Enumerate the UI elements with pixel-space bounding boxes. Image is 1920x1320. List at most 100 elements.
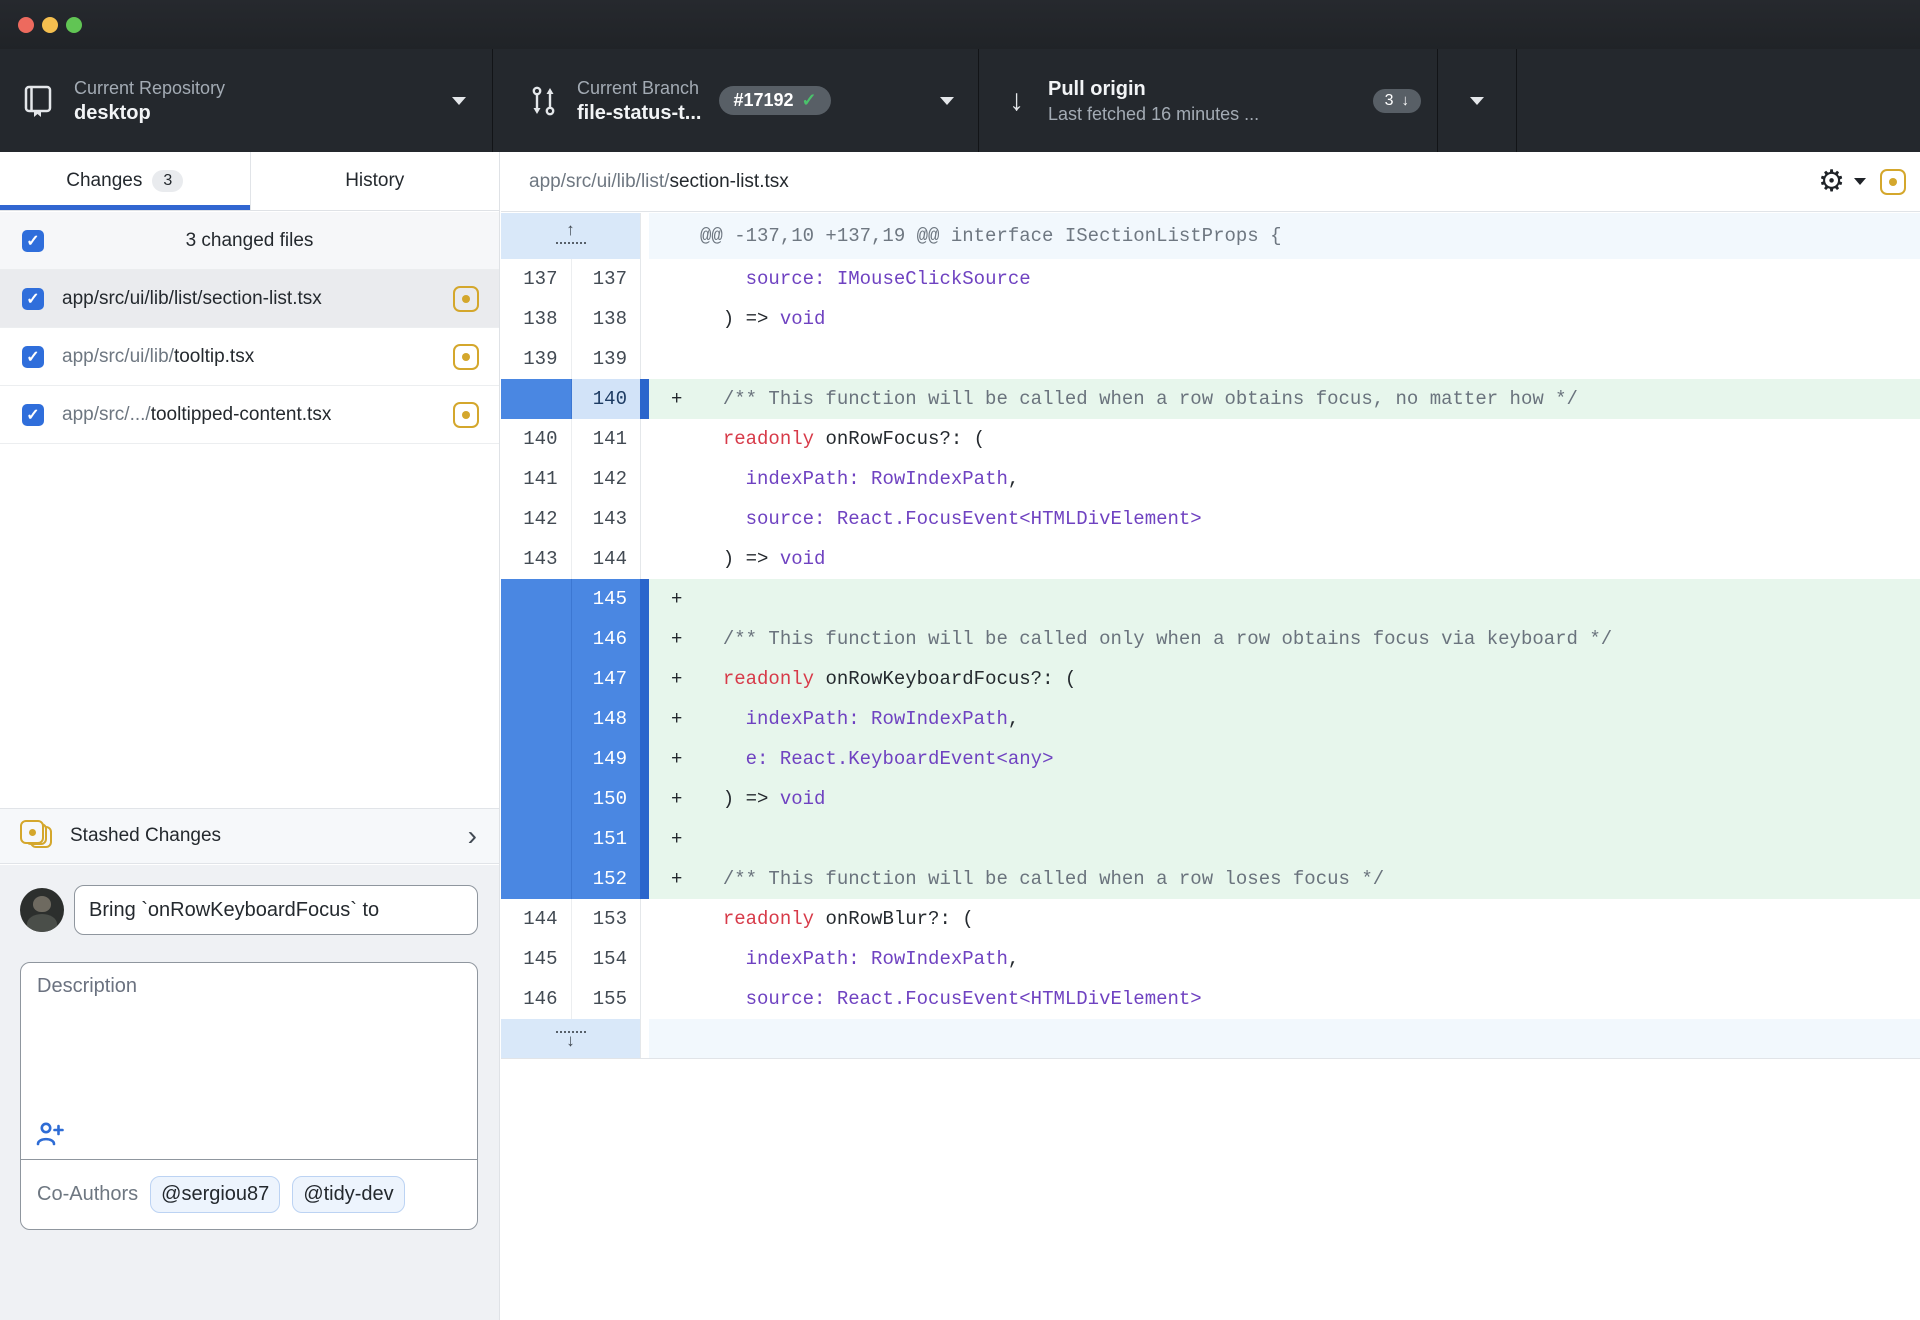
new-line-number: 142	[571, 459, 641, 499]
old-line-number: 140	[501, 419, 571, 459]
file-checkbox[interactable]: ✓	[22, 288, 44, 310]
commit-description-input[interactable]: Description	[21, 963, 477, 1159]
stashed-changes-row[interactable]: Stashed Changes ›	[0, 808, 499, 864]
diff-gutter-strip	[640, 579, 649, 619]
old-line-number: 139	[501, 339, 571, 379]
file-row[interactable]: ✓ app/src/.../tooltipped-content.tsx	[0, 386, 499, 444]
diff-gutter[interactable]: 144153	[501, 899, 640, 939]
file-row[interactable]: ✓app/src/ui/lib/tooltip.tsx	[0, 328, 499, 386]
old-line-number	[501, 659, 571, 699]
diff-gutter[interactable]: 147	[501, 659, 640, 699]
diff-gutter-strip	[640, 699, 649, 739]
diff-gutter-strip	[640, 659, 649, 699]
modified-status-icon	[1880, 169, 1906, 195]
file-checkbox[interactable]: ✓	[22, 404, 44, 426]
diff-gutter[interactable]: 146	[501, 619, 640, 659]
commit-description-container: Description Co-Authors @sergiou87@tidy-d…	[20, 962, 478, 1230]
old-line-number: 142	[501, 499, 571, 539]
diff-gutter-strip	[640, 619, 649, 659]
coauthor-pill[interactable]: @sergiou87	[150, 1176, 280, 1213]
diff-gutter[interactable]: 150	[501, 779, 640, 819]
diff-gutter-strip	[640, 539, 649, 579]
file-path: app/src/ui/lib/list/section-list.tsx	[62, 288, 453, 310]
current-branch-button[interactable]: Current Branch file-status-t... #17192 ✓	[493, 49, 979, 152]
new-line-number: 143	[571, 499, 641, 539]
diff-gutter[interactable]: 148	[501, 699, 640, 739]
diff-gutter-strip	[640, 899, 649, 939]
stash-icon	[20, 820, 54, 852]
diff-gutter-strip	[640, 819, 649, 859]
diff-options-button[interactable]: ⚙	[1818, 167, 1866, 197]
diff-gutter[interactable]: 137137	[501, 259, 640, 299]
expand-up-button[interactable]: ↑	[501, 213, 640, 259]
changed-files-count: 3 changed files	[0, 230, 499, 252]
new-line-number: 146	[571, 619, 641, 659]
minimize-window-button[interactable]	[42, 17, 58, 33]
pull-options-dropdown[interactable]	[1438, 49, 1517, 152]
changed-files-header: 3 changed files ✓	[0, 212, 499, 270]
diff-gutter-strip	[640, 339, 649, 379]
old-line-number	[501, 579, 571, 619]
new-line-number: 145	[571, 579, 641, 619]
diff-gutter[interactable]: 146155	[501, 979, 640, 1019]
tab-changes[interactable]: Changes 3	[0, 152, 250, 210]
current-repository-button[interactable]: Current Repository desktop	[0, 49, 493, 152]
tab-history[interactable]: History	[250, 152, 500, 210]
zoom-window-button[interactable]	[66, 17, 82, 33]
diff-code-line: + readonly onRowKeyboardFocus?: (	[649, 659, 1920, 699]
added-line-marker: +	[671, 699, 682, 739]
expand-down-button[interactable]: ↓	[501, 1019, 640, 1058]
close-window-button[interactable]	[18, 17, 34, 33]
diff-gutter-strip	[640, 213, 649, 259]
diff-gutter[interactable]: 145154	[501, 939, 640, 979]
old-line-number: 145	[501, 939, 571, 979]
diff-code-line: + /** This function will be called only …	[649, 619, 1920, 659]
file-checkbox[interactable]: ✓	[22, 346, 44, 368]
diff-gutter-strip	[640, 1019, 649, 1058]
diff-gutter[interactable]: 142143	[501, 499, 640, 539]
file-path: app/src/.../tooltipped-content.tsx	[62, 404, 453, 426]
pull-count-badge: 3 ↓	[1373, 89, 1421, 113]
diff-gutter-strip	[640, 859, 649, 899]
file-row[interactable]: ✓ app/src/ui/lib/list/section-list.tsx	[0, 270, 499, 328]
pr-check-icon: ✓	[802, 90, 817, 111]
pull-origin-button[interactable]: ↓ Pull origin Last fetched 16 minutes ..…	[979, 49, 1438, 152]
diff-code-line: indexPath: RowIndexPath,	[649, 459, 1920, 499]
old-line-number: 144	[501, 899, 571, 939]
diff-code-line: +	[649, 819, 1920, 859]
new-line-number: 141	[571, 419, 641, 459]
diff-code-line: readonly onRowFocus?: (	[649, 419, 1920, 459]
stashed-changes-label: Stashed Changes	[70, 825, 221, 847]
description-placeholder: Description	[37, 975, 137, 998]
old-line-number	[501, 379, 571, 419]
diff-gutter[interactable]: 149	[501, 739, 640, 779]
diff-gutter[interactable]: 151	[501, 819, 640, 859]
commit-summary-input[interactable]: Bring `onRowKeyboardFocus` to	[74, 885, 478, 935]
repository-label: Current Repository	[74, 76, 225, 100]
old-line-number: 146	[501, 979, 571, 1019]
new-line-number: 137	[571, 259, 641, 299]
new-line-number: 139	[571, 339, 641, 379]
diff-gutter[interactable]: 139139	[501, 339, 640, 379]
diff-gutter[interactable]: 140141	[501, 419, 640, 459]
chevron-down-icon	[1854, 178, 1866, 185]
diff-gutter[interactable]: 141142	[501, 459, 640, 499]
diff-code-line: source: IMouseClickSource	[649, 259, 1920, 299]
changed-file-list: ✓app/src/ui/lib/list/section-list.tsx✓ap…	[0, 270, 499, 444]
diff-file-path: app/src/ui/lib/list/section-list.tsx	[529, 171, 789, 193]
old-line-number: 138	[501, 299, 571, 339]
diff-gutter[interactable]: 140	[501, 379, 640, 419]
diff-gutter[interactable]: 152	[501, 859, 640, 899]
diff-gutter[interactable]: 145	[501, 579, 640, 619]
title-bar	[0, 0, 1920, 49]
diff-pane: app/src/ui/lib/list/section-list.tsx ⚙ ↑…	[501, 152, 1920, 1320]
old-line-number	[501, 859, 571, 899]
diff-gutter[interactable]: 138138	[501, 299, 640, 339]
coauthor-pill[interactable]: @tidy-dev	[292, 1176, 404, 1213]
add-coauthor-button[interactable]	[35, 1119, 65, 1149]
diff-gutter[interactable]: 143144	[501, 539, 640, 579]
diff-gutter-strip	[640, 499, 649, 539]
new-line-number: 148	[571, 699, 641, 739]
new-line-number: 154	[571, 939, 641, 979]
pull-subtitle: Last fetched 16 minutes ...	[1048, 102, 1259, 126]
